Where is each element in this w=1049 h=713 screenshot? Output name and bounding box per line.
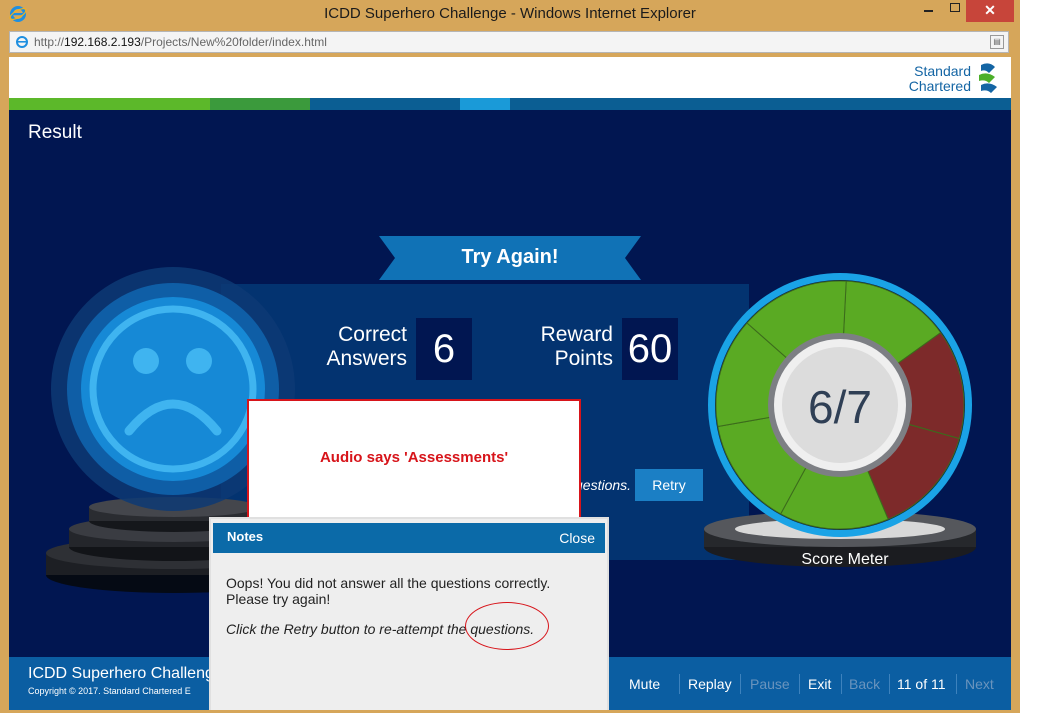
audio-note-popup: Audio says 'Assessments': [247, 399, 581, 520]
page-title: Result: [28, 122, 82, 143]
nav-divider: [799, 674, 800, 694]
header-strip: Standard Chartered: [9, 57, 1011, 98]
title-bar: ICDD Superhero Challenge - Windows Inter…: [0, 0, 1020, 28]
progress-stripe-1: [9, 98, 210, 110]
brand-line-2: Chartered: [908, 78, 971, 94]
nav-divider: [679, 674, 680, 694]
correct-label-line-2: Answers: [326, 347, 407, 370]
try-again-title: Try Again!: [461, 246, 559, 268]
url-text: http://192.168.2.193/Projects/New%20fold…: [34, 35, 327, 49]
course-content: Standard Chartered Result Try Again! Cor…: [9, 57, 1011, 710]
nav-divider: [956, 674, 957, 694]
notes-close-button[interactable]: Close: [559, 530, 595, 546]
window-title: ICDD Superhero Challenge - Windows Inter…: [324, 5, 696, 22]
standard-chartered-logo-icon: [979, 63, 997, 93]
progress-stripe-2: [210, 98, 310, 110]
progress-stripe-4: [460, 98, 510, 110]
window-close-button[interactable]: ✕: [966, 0, 1014, 22]
mute-button[interactable]: Mute: [629, 676, 660, 692]
maximize-icon: [950, 3, 960, 12]
reward-label-line-2: Points: [554, 347, 613, 370]
notes-line-2: Please try again!: [226, 591, 331, 607]
reward-label-line-1: Reward: [540, 323, 613, 346]
page-icon: [16, 36, 28, 48]
notes-message: Oops! You did not answer all the questio…: [226, 575, 596, 607]
url-prefix: http://: [34, 35, 65, 49]
notes-title: Notes: [227, 529, 264, 544]
progress-stripe-3: [310, 98, 460, 110]
page-counter: 11 of 11: [897, 676, 946, 692]
correct-answers-label: Correct Answers: [307, 323, 407, 371]
minimize-icon: [924, 10, 933, 12]
correct-label-line-1: Correct: [338, 323, 407, 346]
notes-line-1: Oops! You did not answer all the questio…: [226, 575, 551, 591]
address-bar[interactable]: http://192.168.2.193/Projects/New%20fold…: [9, 31, 1009, 53]
retry-button[interactable]: Retry: [635, 469, 703, 501]
browser-window: ICDD Superhero Challenge - Windows Inter…: [0, 0, 1020, 713]
score-text: 6/7: [808, 381, 872, 433]
brand-line-1: Standard: [914, 63, 971, 79]
copyright-text: Copyright © 2017. Standard Chartered E: [28, 686, 191, 696]
next-button[interactable]: Next: [965, 676, 994, 692]
nav-divider: [889, 674, 890, 694]
audio-note-text: Audio says 'Assessments': [319, 449, 509, 466]
notes-panel: Notes Close Oops! You did not answer all…: [209, 517, 609, 710]
correct-answers-value: 6: [416, 318, 472, 380]
retry-instruction-fragment: uestions.: [575, 477, 632, 493]
score-meter-chart: 6/7: [704, 273, 976, 567]
url-path: /Projects/New%20folder/index.html: [140, 35, 327, 49]
close-icon: ✕: [984, 2, 996, 18]
brand-logo-text: Standard Chartered: [909, 64, 971, 94]
maximize-button[interactable]: [942, 0, 968, 22]
pause-button[interactable]: Pause: [750, 676, 790, 692]
replay-button[interactable]: Replay: [688, 676, 732, 692]
nav-divider: [841, 674, 842, 694]
course-title: ICDD Superhero Challeng: [28, 665, 214, 682]
score-meter-label: Score Meter: [801, 551, 889, 568]
reward-points-label: Reward Points: [503, 323, 613, 371]
back-button[interactable]: Back: [849, 676, 880, 692]
progress-stripe-5: [510, 98, 1011, 110]
minimize-button[interactable]: [916, 0, 942, 22]
compatibility-view-icon[interactable]: ▤: [990, 35, 1004, 49]
nav-divider: [740, 674, 741, 694]
annotation-circle: [465, 602, 549, 650]
url-host: 192.168.2.193: [64, 35, 141, 49]
notes-header: Notes Close: [213, 523, 605, 553]
exit-button[interactable]: Exit: [808, 676, 831, 692]
reward-points-value: 60: [622, 318, 678, 380]
